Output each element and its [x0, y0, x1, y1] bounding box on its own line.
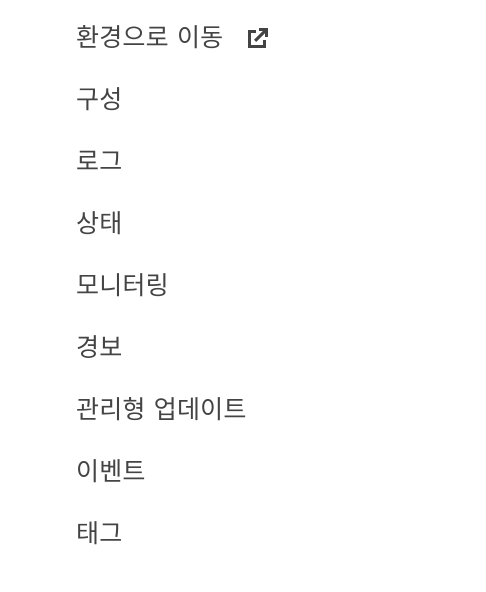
nav-item-logs[interactable]: 로그	[76, 139, 456, 201]
nav-item-label: 이벤트	[76, 457, 146, 486]
nav-item-tags[interactable]: 태그	[76, 511, 456, 573]
nav-item-alarms[interactable]: 경보	[76, 325, 456, 387]
nav-item-events[interactable]: 이벤트	[76, 449, 456, 511]
nav-item-label: 태그	[76, 519, 123, 548]
nav-item-label: 로그	[76, 147, 123, 176]
nav-item-configuration[interactable]: 구성	[76, 77, 456, 139]
nav-item-monitoring[interactable]: 모니터링	[76, 263, 456, 325]
nav-item-label: 모니터링	[76, 271, 169, 300]
nav-item-label: 구성	[76, 85, 123, 114]
nav-item-go-to-environment[interactable]: 환경으로 이동	[76, 15, 456, 77]
nav-item-label: 경보	[76, 333, 123, 362]
nav-item-label: 관리형 업데이트	[76, 395, 247, 424]
nav-item-label: 환경으로 이동	[76, 23, 224, 52]
nav-item-managed-updates[interactable]: 관리형 업데이트	[76, 387, 456, 449]
sidebar-navigation: 환경으로 이동 구성 로그 상태 모니터링 경보 관리형 업데이트 이벤트 태그	[76, 15, 456, 573]
nav-item-label: 상태	[76, 209, 123, 238]
nav-item-health[interactable]: 상태	[76, 201, 456, 263]
external-link-icon[interactable]	[243, 15, 273, 61]
